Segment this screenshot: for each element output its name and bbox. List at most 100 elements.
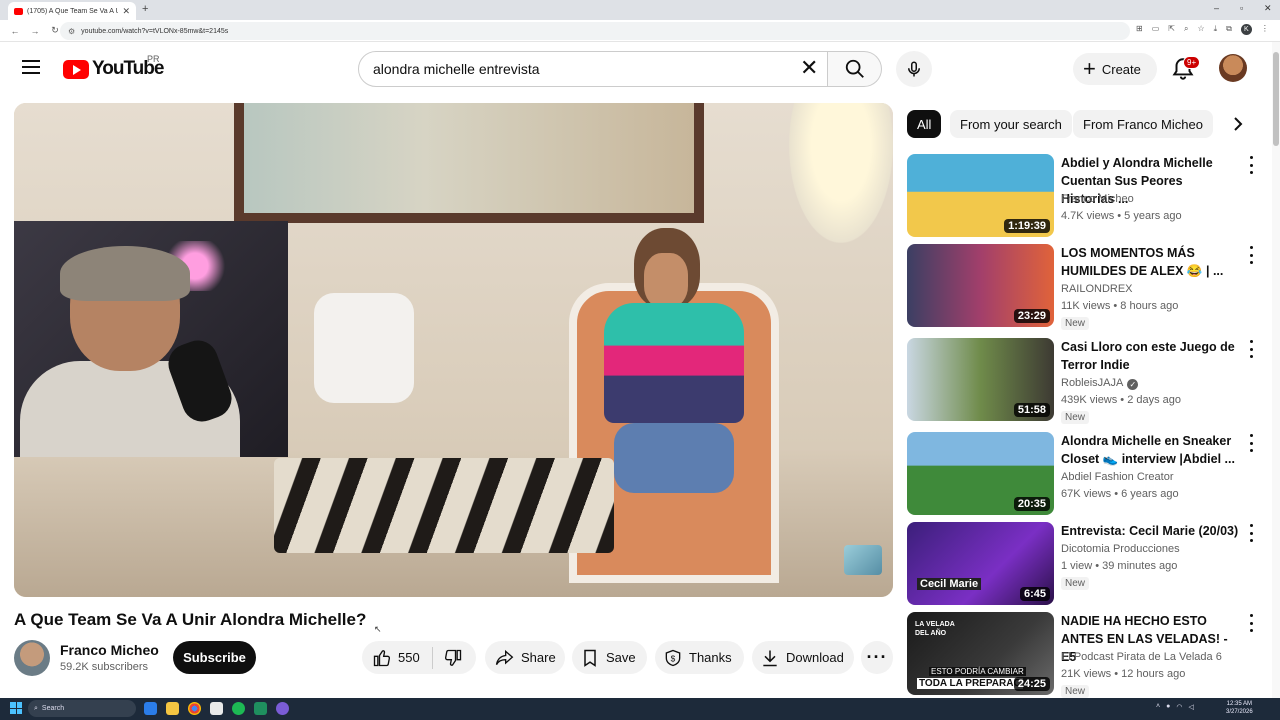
recommendation-channel[interactable]: RobleisJAJA ✓ bbox=[1061, 377, 1139, 390]
video-thumbnail[interactable]: 20:35 bbox=[907, 432, 1054, 515]
more-vertical-icon[interactable] bbox=[1247, 246, 1255, 264]
wifi-icon[interactable]: ◠ bbox=[1176, 703, 1182, 711]
browser-nav-bar: ← → ↻ ⚙ youtube.com/watch?v=tVLONx-85mw&… bbox=[0, 20, 1280, 42]
back-icon[interactable]: ← bbox=[10, 26, 20, 36]
chips-next-chevron-icon[interactable] bbox=[1228, 113, 1248, 135]
page-scrollbar-thumb[interactable] bbox=[1273, 52, 1279, 146]
maximize-icon[interactable]: ▫ bbox=[1240, 3, 1243, 13]
recommendation-item[interactable]: Cecil Marie 6:45 Entrevista: Cecil Marie… bbox=[907, 522, 1262, 606]
duration-badge: 6:45 bbox=[1019, 587, 1050, 601]
chip-from-your-search[interactable]: From your search bbox=[950, 110, 1072, 138]
recommendation-title[interactable]: LOS MOMENTOS MÁS HUMILDES DE ALEX 😂 | ..… bbox=[1061, 244, 1239, 280]
extensions-icon[interactable]: ⧉ bbox=[1226, 24, 1232, 35]
chip-all[interactable]: All bbox=[907, 110, 942, 138]
new-badge: New bbox=[1061, 685, 1090, 698]
recommendation-meta: 1 view • 39 minutes ago bbox=[1061, 560, 1178, 572]
recommendation-title[interactable]: Entrevista: Cecil Marie (20/03) bbox=[1061, 522, 1239, 540]
new-tab-icon[interactable]: + bbox=[142, 3, 148, 15]
region-code: PR bbox=[147, 54, 160, 64]
translate-icon[interactable]: ⊞ bbox=[1136, 24, 1143, 35]
voice-search-button[interactable] bbox=[896, 51, 932, 87]
recommendation-channel[interactable]: Abdiel Fashion Creator bbox=[1061, 471, 1174, 483]
search-input[interactable]: alondra michelle entrevista bbox=[358, 51, 828, 87]
dislike-icon[interactable] bbox=[443, 648, 463, 668]
chip-from-franco-micheo[interactable]: From Franco Micheo bbox=[1073, 110, 1213, 138]
zoom-icon[interactable]: ⌕ bbox=[1184, 24, 1188, 35]
thumbnail-caption-line1: ESTO PODRÍA CAMBIAR bbox=[929, 667, 1026, 676]
windows-taskbar: ⌕ Search ˄ ● ◠ ◁ 12:35 AM 3/27/2026 bbox=[0, 698, 1280, 720]
taskbar-clock[interactable]: 12:35 AM 3/27/2026 bbox=[1226, 700, 1253, 716]
bookmark-star-icon[interactable]: ☆ bbox=[1197, 24, 1204, 35]
search-button[interactable] bbox=[828, 51, 882, 87]
recommendation-channel[interactable]: Dicotomia Producciones bbox=[1061, 543, 1180, 555]
recommendation-item[interactable]: 51:58 Casi Lloro con este Juego de Terro… bbox=[907, 338, 1262, 424]
like-dislike-group: 550 bbox=[362, 641, 476, 674]
save-button[interactable]: Save bbox=[572, 641, 647, 674]
site-info-icon[interactable]: ⚙ bbox=[68, 27, 75, 36]
tray-chevron-icon[interactable]: ˄ bbox=[1156, 703, 1160, 711]
more-vertical-icon[interactable] bbox=[1247, 524, 1255, 542]
new-badge: New bbox=[1061, 411, 1090, 424]
browser-tab[interactable]: (1705) A Que Team Se Va A Unir ✕ bbox=[8, 2, 136, 20]
painting-in-video bbox=[234, 103, 704, 223]
recommendation-item[interactable]: 1:19:39 Abdiel y Alondra Michelle Cuenta… bbox=[907, 154, 1262, 238]
download-button[interactable]: Download bbox=[752, 641, 854, 674]
windows-start-icon[interactable] bbox=[10, 702, 22, 714]
more-vertical-icon[interactable] bbox=[1247, 156, 1255, 174]
channel-watermark[interactable] bbox=[844, 545, 882, 575]
window-close-icon[interactable]: ✕ bbox=[1264, 3, 1272, 14]
video-thumbnail[interactable]: 23:29 bbox=[907, 244, 1054, 327]
reload-icon[interactable]: ↻ bbox=[50, 25, 60, 36]
file-explorer-icon[interactable] bbox=[166, 702, 179, 715]
account-avatar[interactable] bbox=[1219, 54, 1247, 82]
address-bar[interactable]: ⚙ youtube.com/watch?v=tVLONx-85mw&t=2145… bbox=[60, 22, 1130, 40]
video-thumbnail[interactable]: Cecil Marie 6:45 bbox=[907, 522, 1054, 605]
thanks-button[interactable]: $ Thanks bbox=[655, 641, 744, 674]
more-vertical-icon[interactable] bbox=[1247, 614, 1255, 632]
recommendation-channel[interactable]: RAILONDREX bbox=[1061, 283, 1133, 295]
cast-icon[interactable]: ▭ bbox=[1152, 24, 1160, 35]
discord-icon[interactable] bbox=[276, 702, 289, 715]
more-actions-button[interactable]: ··· bbox=[861, 641, 893, 674]
video-thumbnail[interactable]: LA VELADA DEL AÑO ESTO PODRÍA CAMBIAR TO… bbox=[907, 612, 1054, 695]
notification-count-badge: 9+ bbox=[1183, 56, 1201, 69]
recommendation-title[interactable]: Casi Lloro con este Juego de Terror Indi… bbox=[1061, 338, 1239, 374]
recommendation-item[interactable]: 20:35 Alondra Michelle en Sneaker Closet… bbox=[907, 432, 1262, 516]
download-icon[interactable]: ⤓ bbox=[1214, 24, 1218, 35]
like-icon[interactable] bbox=[372, 648, 392, 668]
recommendation-title[interactable]: Alondra Michelle en Sneaker Closet 👟 int… bbox=[1061, 432, 1239, 468]
download-label: Download bbox=[786, 650, 844, 665]
clear-search-icon[interactable]: ✕ bbox=[800, 57, 818, 79]
subscribe-button[interactable]: Subscribe bbox=[173, 641, 256, 674]
like-count[interactable]: 550 bbox=[398, 650, 420, 665]
volume-icon[interactable]: ◁ bbox=[1188, 703, 1193, 711]
browser-profile-icon[interactable]: K bbox=[1240, 24, 1252, 35]
browser-menu-icon[interactable]: ⋮ bbox=[1261, 24, 1269, 35]
minimize-icon[interactable]: – bbox=[1214, 3, 1219, 13]
more-vertical-icon[interactable] bbox=[1247, 434, 1255, 452]
excel-icon[interactable] bbox=[254, 702, 267, 715]
edge-icon[interactable] bbox=[144, 702, 157, 715]
recommendation-channel[interactable]: El Podcast Pirata de La Velada 6 bbox=[1061, 651, 1222, 663]
channel-avatar[interactable] bbox=[14, 640, 50, 676]
spotify-icon[interactable] bbox=[232, 702, 245, 715]
recommendation-item[interactable]: 23:29 LOS MOMENTOS MÁS HUMILDES DE ALEX … bbox=[907, 244, 1262, 330]
video-thumbnail[interactable]: 51:58 bbox=[907, 338, 1054, 421]
channel-name-text: RobleisJAJA bbox=[1061, 377, 1124, 389]
create-button[interactable]: + Create bbox=[1073, 53, 1157, 85]
recommendation-item[interactable]: LA VELADA DEL AÑO ESTO PODRÍA CAMBIAR TO… bbox=[907, 612, 1262, 698]
chrome-icon[interactable] bbox=[188, 702, 201, 715]
video-player[interactable] bbox=[14, 103, 893, 597]
share-button[interactable]: Share bbox=[485, 641, 565, 674]
tab-close-icon[interactable]: ✕ bbox=[122, 6, 130, 17]
channel-name[interactable]: Franco Micheo bbox=[60, 642, 159, 658]
taskbar-search[interactable]: ⌕ Search bbox=[28, 700, 136, 717]
tray-app-icon[interactable]: ● bbox=[1166, 703, 1170, 711]
recommendation-channel[interactable]: Franco Micheo bbox=[1061, 193, 1134, 205]
menu-icon[interactable] bbox=[22, 60, 40, 74]
share-page-icon[interactable]: ⇱ bbox=[1168, 24, 1175, 35]
app-icon[interactable] bbox=[210, 702, 223, 715]
video-thumbnail[interactable]: 1:19:39 bbox=[907, 154, 1054, 237]
more-vertical-icon[interactable] bbox=[1247, 340, 1255, 358]
forward-icon[interactable]: → bbox=[30, 26, 40, 36]
